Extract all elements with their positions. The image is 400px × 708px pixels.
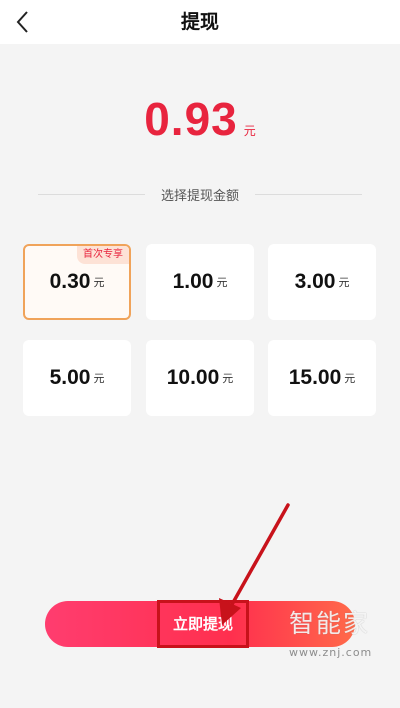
watermark-brand: 智能家: [289, 609, 371, 638]
red-arrow-icon: [219, 503, 290, 625]
watermark: 智能家 www.znj.com: [289, 604, 393, 664]
watermark-url: www.znj.com: [289, 646, 373, 659]
